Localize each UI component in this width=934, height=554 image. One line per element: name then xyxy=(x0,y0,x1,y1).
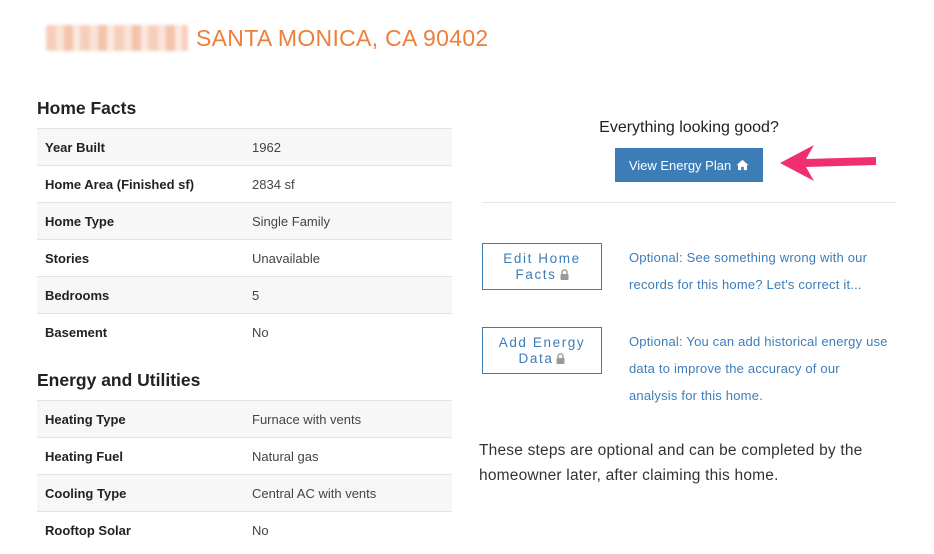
fact-value: Furnace with vents xyxy=(244,400,452,438)
energy-utilities-table: Heating Type Furnace with vents Heating F… xyxy=(37,400,452,549)
fact-value: 1962 xyxy=(244,128,452,166)
table-row: Stories Unavailable xyxy=(37,239,452,277)
fact-label: Year Built xyxy=(37,128,244,166)
table-row: Heating Type Furnace with vents xyxy=(37,400,452,438)
fact-value: No xyxy=(244,313,452,351)
fact-label: Stories xyxy=(37,239,244,277)
edit-home-facts-line2: Facts xyxy=(515,266,557,282)
fact-label: Rooftop Solar xyxy=(37,511,244,549)
home-facts-title: Home Facts xyxy=(37,98,137,118)
edit-home-facts-button[interactable]: Edit Home Facts xyxy=(482,243,602,290)
add-energy-data-button[interactable]: Add Energy Data xyxy=(482,327,602,374)
table-row: Bedrooms 5 xyxy=(37,276,452,314)
address-title: SANTA MONICA, CA 90402 xyxy=(196,24,489,51)
fact-label: Home Area (Finished sf) xyxy=(37,165,244,203)
lock-icon xyxy=(560,268,568,280)
home-icon xyxy=(736,159,749,171)
fact-label: Home Type xyxy=(37,202,244,240)
everything-good-prompt: Everything looking good? xyxy=(599,119,779,136)
fact-value: 5 xyxy=(244,276,452,314)
fact-value: No xyxy=(244,511,452,549)
table-row: Rooftop Solar No xyxy=(37,511,452,549)
table-row: Cooling Type Central AC with vents xyxy=(37,474,452,512)
edit-home-facts-description: Optional: See something wrong with our r… xyxy=(629,250,868,292)
add-energy-data-description: Optional: You can add historical energy … xyxy=(629,334,888,403)
edit-home-facts-line1: Edit Home xyxy=(503,250,581,266)
table-row: Home Area (Finished sf) 2834 sf xyxy=(37,165,452,203)
view-energy-plan-button[interactable]: View Energy Plan xyxy=(615,148,763,182)
pointer-arrow-icon xyxy=(780,145,876,181)
fact-value: Central AC with vents xyxy=(244,474,452,512)
fact-value: 2834 sf xyxy=(244,165,452,203)
add-energy-data-line2: Data xyxy=(518,350,554,366)
fact-value: Single Family xyxy=(244,202,452,240)
optional-steps-note: These steps are optional and can be comp… xyxy=(479,442,863,484)
add-energy-data-line1: Add Energy xyxy=(498,334,586,350)
page-header: SANTA MONICA, CA 90402 xyxy=(46,22,489,54)
fact-label: Basement xyxy=(37,313,244,351)
fact-value: Natural gas xyxy=(244,437,452,475)
section-divider xyxy=(482,202,896,203)
view-energy-plan-label: View Energy Plan xyxy=(628,157,732,173)
table-row: Year Built 1962 xyxy=(37,128,452,166)
fact-label: Bedrooms xyxy=(37,276,244,314)
lock-icon xyxy=(556,352,565,364)
home-facts-table: Year Built 1962 Home Area (Finished sf) 28… xyxy=(37,128,452,351)
table-row: Basement No xyxy=(37,313,452,351)
fact-value: Unavailable xyxy=(244,239,452,277)
table-row: Home Type Single Family xyxy=(37,202,452,240)
fact-label: Cooling Type xyxy=(37,474,244,512)
fact-label: Heating Fuel xyxy=(37,437,244,475)
redacted-street-address xyxy=(46,25,188,51)
fact-label: Heating Type xyxy=(37,400,244,438)
table-row: Heating Fuel Natural gas xyxy=(37,437,452,475)
energy-utilities-title: Energy and Utilities xyxy=(37,370,201,390)
